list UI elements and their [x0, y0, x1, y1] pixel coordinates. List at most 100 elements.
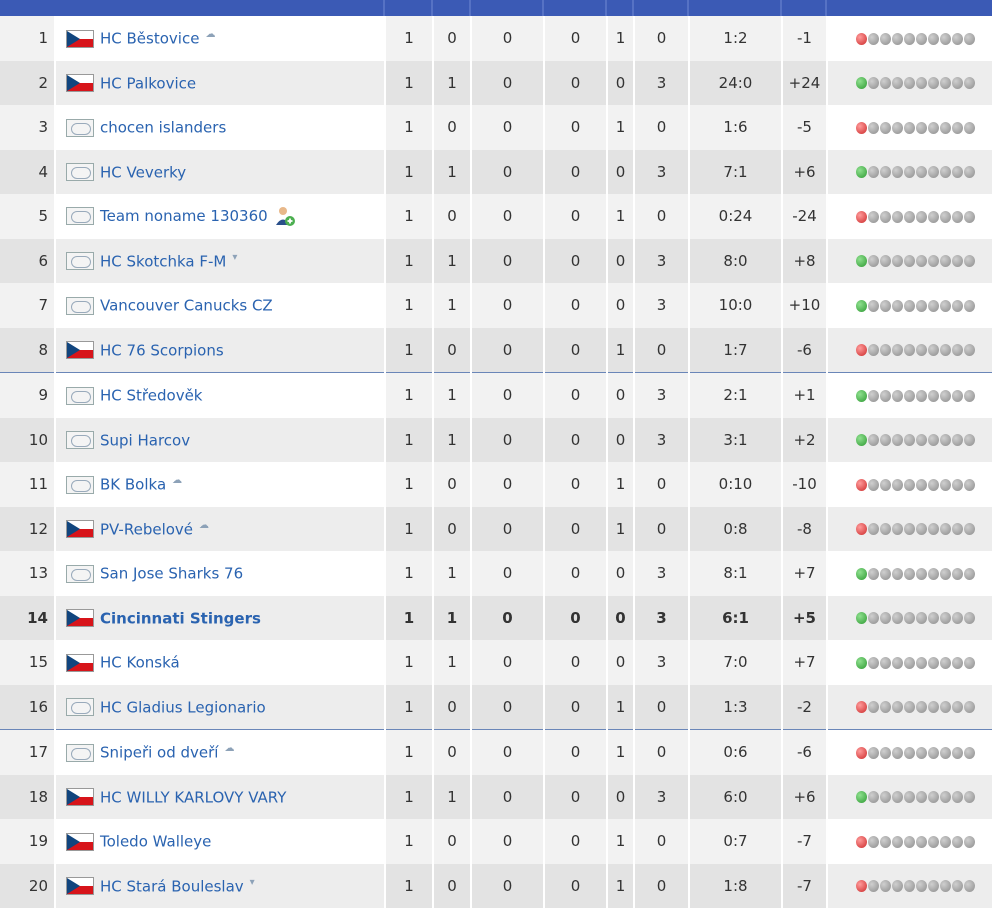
form-empty-icon — [940, 791, 951, 804]
goal-diff-cell: -7 — [782, 863, 828, 908]
team-link[interactable]: Cincinnati Stingers — [100, 609, 261, 627]
team-link[interactable]: HC Stará Bouleslav — [100, 877, 244, 895]
form-empty-icon — [964, 210, 975, 223]
czech-flag-icon — [66, 29, 94, 48]
team-link[interactable]: chocen islanders — [100, 119, 226, 137]
form-cell — [827, 372, 992, 418]
form-empty-icon — [892, 32, 903, 45]
form-empty-icon — [964, 255, 975, 268]
form-win-icon — [856, 434, 867, 447]
losses-cell: 0 — [607, 640, 635, 685]
form-empty-icon — [964, 880, 975, 893]
form-empty-icon — [964, 523, 975, 536]
team-link[interactable]: HC Středověk — [100, 387, 202, 405]
form-empty-icon — [940, 166, 951, 179]
czech-flag-icon — [66, 341, 94, 359]
position-cell: 3 — [0, 105, 56, 150]
form-empty-icon — [916, 210, 927, 223]
form-empty-icon — [952, 478, 963, 491]
form-empty-icon — [964, 344, 975, 357]
games-played-cell: 1 — [385, 551, 434, 596]
points-cell: 0 — [634, 16, 690, 61]
team-link[interactable]: HC WILLY KARLOVY VARY — [100, 788, 286, 806]
form-empty-icon — [952, 166, 963, 179]
losses-cell: 1 — [607, 462, 635, 507]
team-link[interactable]: Team noname 130360 — [100, 207, 268, 225]
team-link[interactable]: HC Veverky — [100, 163, 186, 181]
form-empty-icon — [904, 434, 915, 447]
position-cell: 18 — [0, 774, 56, 819]
team-link[interactable]: Vancouver Canucks CZ — [100, 297, 273, 315]
overtime-wins-cell: 0 — [471, 729, 545, 775]
form-empty-icon — [892, 523, 903, 536]
wins-cell: 0 — [433, 819, 472, 864]
overtime-losses-cell: 0 — [544, 462, 608, 507]
score-cell: 1:2 — [689, 16, 783, 61]
losses-cell: 0 — [607, 372, 635, 418]
czech-flag-icon — [66, 832, 94, 851]
form-empty-icon — [916, 835, 927, 848]
form-empty-icon — [880, 701, 891, 714]
form-empty-icon — [868, 656, 879, 669]
table-row: 13 San Jose Sharks 76 1 1 0 0 0 3 8:1 +7 — [0, 551, 992, 596]
form-dots — [828, 523, 975, 536]
team-link[interactable]: HC Gladius Legionario — [100, 698, 266, 716]
form-empty-icon — [940, 701, 951, 714]
overtime-losses-cell: 0 — [544, 105, 608, 150]
score-cell: 1:3 — [689, 684, 783, 730]
team-link[interactable]: HC Palkovice — [100, 74, 196, 92]
overtime-losses-cell: 0 — [544, 774, 608, 819]
form-empty-icon — [940, 32, 951, 45]
points-cell: 3 — [634, 283, 690, 328]
table-row: 5 Team noname 130360 1 0 0 0 1 0 0:24 -2… — [0, 194, 992, 239]
form-empty-icon — [964, 478, 975, 491]
form-empty-icon — [880, 434, 891, 447]
form-empty-icon — [964, 299, 975, 312]
team-link[interactable]: San Jose Sharks 76 — [100, 565, 243, 583]
form-empty-icon — [928, 567, 939, 580]
points-cell: 3 — [634, 372, 690, 418]
form-empty-icon — [940, 746, 951, 759]
form-dots — [828, 434, 975, 447]
position-cell: 15 — [0, 640, 56, 685]
form-empty-icon — [892, 567, 903, 580]
team-link[interactable]: HC 76 Scorpions — [100, 341, 224, 359]
form-dots — [828, 255, 975, 268]
table-row: 9 HC Středověk 1 1 0 0 0 3 2:1 +1 — [0, 372, 992, 418]
form-empty-icon — [940, 880, 951, 893]
form-empty-icon — [952, 255, 963, 268]
form-empty-icon — [880, 299, 891, 312]
team-link[interactable]: Toledo Walleye — [100, 833, 211, 851]
team-link[interactable]: HC Skotchka F-M — [100, 252, 226, 270]
overtime-wins-cell: 0 — [471, 595, 545, 640]
generic-logo-icon — [66, 207, 94, 226]
team-link[interactable]: Snipeři od dveří — [100, 744, 218, 762]
form-empty-icon — [904, 344, 915, 357]
score-cell: 1:7 — [689, 327, 783, 373]
wins-cell: 0 — [433, 105, 472, 150]
overtime-losses-cell: 0 — [544, 16, 608, 61]
header-column-divider — [431, 0, 433, 16]
form-empty-icon — [952, 835, 963, 848]
overtime-wins-cell: 0 — [471, 105, 545, 150]
overtime-wins-cell: 0 — [471, 417, 545, 462]
overtime-losses-cell: 0 — [544, 372, 608, 418]
team-link[interactable]: PV-Rebelové — [100, 520, 193, 538]
points-cell: 0 — [634, 105, 690, 150]
games-played-cell: 1 — [385, 149, 434, 194]
form-empty-icon — [928, 121, 939, 134]
team-cell: HC 76 Scorpions — [55, 327, 386, 373]
team-cell: HC Stará Bouleslav ▾ — [55, 863, 386, 908]
goal-diff-cell: -8 — [782, 506, 828, 551]
team-link[interactable]: BK Bolka — [100, 476, 166, 494]
overtime-wins-cell: 0 — [471, 640, 545, 685]
team-link[interactable]: HC Běstovice — [100, 30, 199, 48]
team-link[interactable]: HC Konská — [100, 654, 180, 672]
team-link[interactable]: Supi Harcov — [100, 431, 190, 449]
form-empty-icon — [880, 523, 891, 536]
form-empty-icon — [928, 344, 939, 357]
form-empty-icon — [952, 701, 963, 714]
losses-cell: 0 — [607, 238, 635, 283]
form-empty-icon — [916, 434, 927, 447]
form-empty-icon — [868, 166, 879, 179]
